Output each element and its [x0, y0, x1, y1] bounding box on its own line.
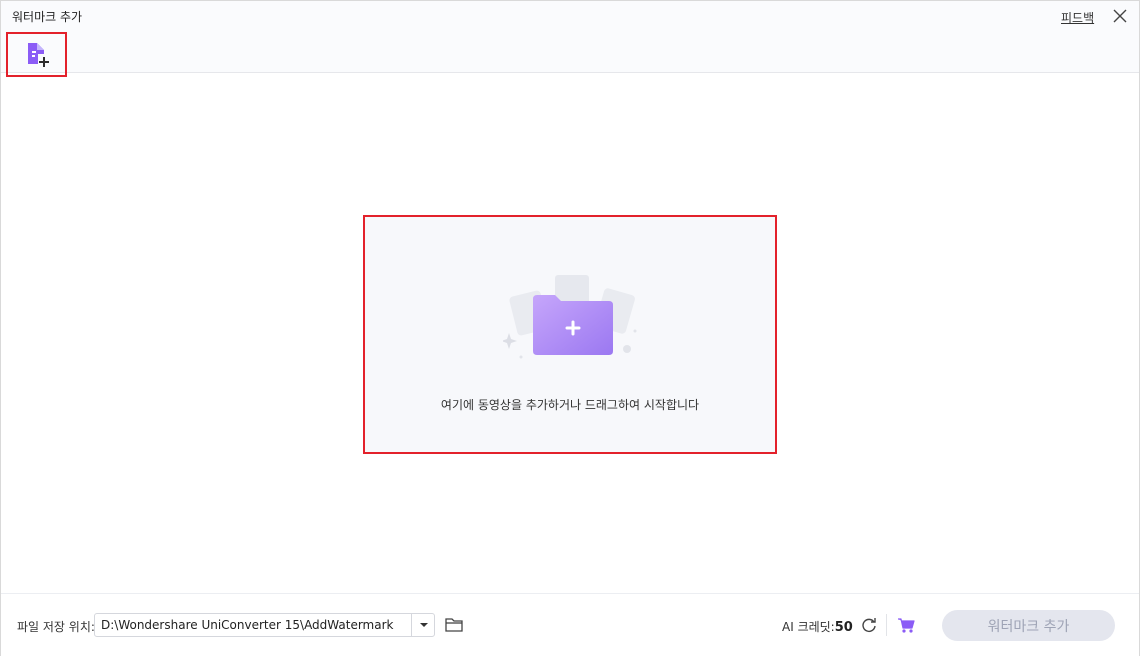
feedback-link[interactable]: 피드백: [1061, 9, 1094, 26]
footer-bar: 파일 저장 위치: D:\Wondershare UniConverter 15…: [1, 593, 1139, 656]
save-location-label: 파일 저장 위치:: [17, 620, 95, 634]
drop-zone-hint: 여기에 동영상을 추가하거나 드래그하여 시작합니다: [440, 398, 700, 412]
add-watermark-button[interactable]: 워터마크 추가: [942, 610, 1115, 641]
toolbar: [1, 31, 1139, 77]
cart-button[interactable]: [896, 616, 916, 634]
add-file-icon: [27, 42, 49, 67]
add-file-button[interactable]: [6, 32, 67, 77]
ai-credits: AI 크레딧:50: [782, 618, 853, 635]
close-button[interactable]: [1111, 7, 1129, 25]
save-path-dropdown[interactable]: D:\Wondershare UniConverter 15\AddWaterm…: [94, 613, 435, 637]
chevron-down-icon[interactable]: [417, 619, 431, 631]
close-icon: [1113, 9, 1127, 23]
footer-divider: [886, 614, 887, 636]
cart-icon: [898, 618, 915, 633]
video-drop-zone[interactable]: 여기에 동영상을 추가하거나 드래그하여 시작합니다: [363, 215, 777, 454]
save-path-value: D:\Wondershare UniConverter 15\AddWaterm…: [101, 618, 394, 632]
window-title: 워터마크 추가: [12, 10, 83, 24]
refresh-credits-button[interactable]: [860, 616, 878, 634]
open-folder-button[interactable]: [444, 615, 464, 635]
folder-icon: [445, 618, 463, 632]
ai-credits-value: 50: [834, 620, 853, 635]
title-bar: 워터마크 추가 피드백: [1, 1, 1139, 31]
refresh-icon: [862, 618, 876, 632]
add-watermark-window: 워터마크 추가 피드백 여기에 동영상을 추가하거나 드래그하여 시작합니다 파…: [0, 0, 1140, 656]
ai-credits-label: AI 크레딧:: [782, 620, 835, 634]
dropdown-divider: [411, 614, 412, 636]
folder-add-icon: [503, 275, 637, 359]
